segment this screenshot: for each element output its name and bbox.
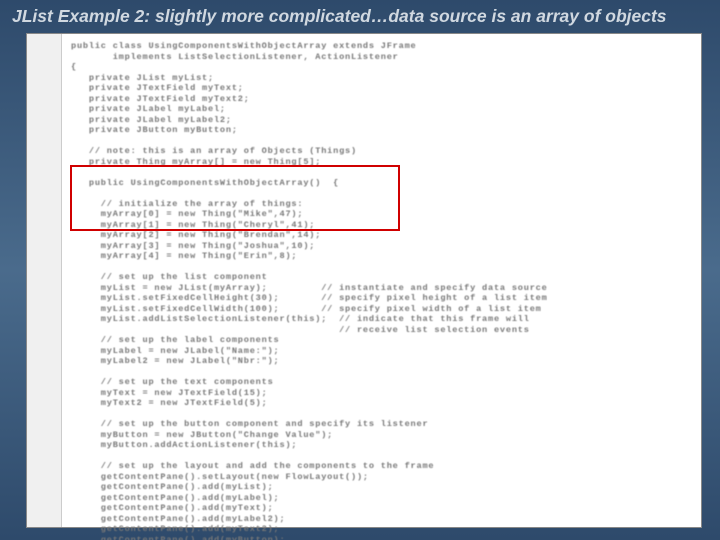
code-line: private JLabel myLabel;: [71, 104, 226, 114]
code-line: getContentPane().setLayout(new FlowLayou…: [71, 472, 369, 482]
code-line: // set up the list component: [71, 272, 268, 282]
code-line: myList.setFixedCellHeight(30); // specif…: [71, 293, 548, 303]
code-line: myText2 = new JTextField(5);: [71, 398, 268, 408]
code-line: myLabel2 = new JLabel("Nbr:");: [71, 356, 280, 366]
code-line: myButton = new JButton("Change Value");: [71, 430, 333, 440]
code-line: myList.setFixedCellWidth(100); // specif…: [71, 304, 542, 314]
code-line: // set up the button component and speci…: [71, 419, 428, 429]
code-line: getContentPane().add(myLabel);: [71, 493, 280, 503]
code-line: myArray[4] = new Thing("Erin",8);: [71, 251, 297, 261]
code-block: public class UsingComponentsWithObjectAr…: [26, 33, 702, 528]
code-line: private JTextField myText2;: [71, 94, 250, 104]
code-line: // set up the layout and add the compone…: [71, 461, 434, 471]
code-line: private JLabel myLabel2;: [71, 115, 232, 125]
code-line: private JTextField myText;: [71, 83, 244, 93]
slide: JList Example 2: slightly more complicat…: [0, 0, 720, 540]
code-line: myList = new JList(myArray); // instanti…: [71, 283, 548, 293]
highlight-box: [70, 165, 400, 231]
code-line: implements ListSelectionListener, Action…: [71, 52, 399, 62]
code-line: // note: this is an array of Objects (Th…: [71, 146, 357, 156]
code-line: public class UsingComponentsWithObjectAr…: [71, 41, 417, 51]
code-line: getContentPane().add(myButton);: [71, 535, 285, 540]
code-line: myButton.addActionListener(this);: [71, 440, 297, 450]
code-line: getContentPane().add(myList);: [71, 482, 274, 492]
code-line: myText = new JTextField(15);: [71, 388, 268, 398]
code-line: // set up the label components: [71, 335, 280, 345]
code-line: private JList myList;: [71, 73, 214, 83]
code-line: myArray[3] = new Thing("Joshua",10);: [71, 241, 315, 251]
code-line: // receive list selection events: [71, 325, 530, 335]
slide-title: JList Example 2: slightly more complicat…: [0, 0, 720, 31]
code-line: {: [71, 62, 77, 72]
code-line: myList.addListSelectionListener(this); /…: [71, 314, 530, 324]
code-line: myLabel = new JLabel("Name:");: [71, 346, 280, 356]
code-line: myArray[2] = new Thing("Brendan",14);: [71, 230, 321, 240]
code-line: getContentPane().add(myText);: [71, 503, 274, 513]
code-line: // set up the text components: [71, 377, 274, 387]
source-code: public class UsingComponentsWithObjectAr…: [27, 38, 701, 540]
code-line: getContentPane().add(myText2);: [71, 524, 280, 534]
code-line: private JButton myButton;: [71, 125, 238, 135]
code-line: getContentPane().add(myLabel2);: [71, 514, 285, 524]
